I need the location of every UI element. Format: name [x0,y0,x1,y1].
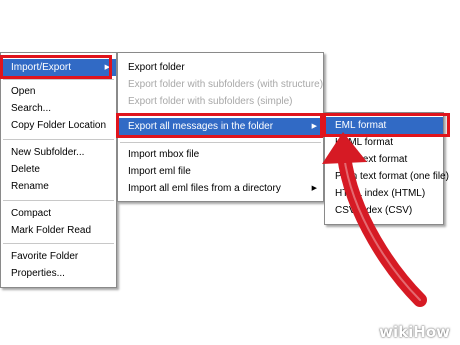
menu-item-html-format[interactable]: HTML format [325,134,443,151]
menu-item-label: Compact [11,208,52,219]
menu-item-label: CSV index (CSV) [335,205,413,216]
menu-item-label: Import mbox file [128,149,200,160]
menu-item-copy-folder-location[interactable]: Copy Folder Location [1,117,116,134]
menu-separator [3,243,114,244]
menu-item-label: Rename [11,181,49,192]
menu-item-label: Properties... [11,268,65,279]
menu-item-mark-folder-read[interactable]: Mark Folder Read [1,222,116,239]
menu-item-export-all-messages[interactable]: Export all messages in the folder ▶ [118,118,323,135]
menu-item-label: Open [11,86,36,97]
menu-item-compact[interactable]: Compact [1,205,116,222]
menu-item-html-index[interactable]: HTML index (HTML) [325,185,443,202]
menu-item-label: Import eml file [128,166,191,177]
menu-item-label: Mark Folder Read [11,225,92,236]
menu-item-label: Copy Folder Location [11,120,107,131]
menu-item-label: Plain text format [335,154,408,165]
menu-item-label: New Subfolder... [11,147,85,158]
menu-item-label: Export folder [128,62,185,73]
menu-item-label: Favorite Folder [11,251,79,262]
menu-item-import-export[interactable]: Import/Export ▶ [1,59,116,76]
menu-item-csv-index[interactable]: CSV index (CSV) [325,202,443,219]
wikihow-watermark: wikiHow [379,323,450,341]
folder-context-menu: Import/Export ▶ Open Search... Copy Fold… [0,52,117,288]
menu-item-import-eml[interactable]: Import eml file [118,163,323,180]
menu-item-import-mbox[interactable]: Import mbox file [118,146,323,163]
menu-item-properties[interactable]: Properties... [1,265,116,282]
menu-item-label: Delete [11,164,40,175]
menu-item-label: Plain text format (one file) [335,171,449,182]
menu-separator [120,115,321,116]
export-format-submenu: EML format HTML format Plain text format… [324,112,449,225]
import-export-submenu: Export folder Export folder with subfold… [117,52,324,202]
menu-item-label: Export folder with subfolders (with stru… [128,79,324,90]
menu-item-search[interactable]: Search... [1,100,116,117]
menu-item-label: EML format [335,120,387,131]
menu-item-import-eml-directory[interactable]: Import all eml files from a directory ▶ [118,180,323,197]
menu-item-favorite-folder[interactable]: Favorite Folder [1,248,116,265]
menu-separator [3,200,114,201]
menu-separator [3,79,114,80]
menu-item-label: Export all messages in the folder [128,121,274,132]
menu-item-delete[interactable]: Delete [1,161,116,178]
menu-item-new-subfolder[interactable]: New Subfolder... [1,144,116,161]
menu-item-label: HTML index (HTML) [335,188,426,199]
submenu-arrow-icon: ▶ [104,64,110,71]
menu-item-open[interactable]: Open [1,83,116,100]
menu-item-export-with-structure: Export folder with subfolders (with stru… [118,76,323,93]
submenu-arrow-icon: ▶ [311,185,317,192]
menu-item-plain-text-one-file[interactable]: Plain text format (one file) [325,168,449,185]
menu-separator [120,142,321,143]
submenu-arrow-icon: ▶ [311,123,317,130]
menu-item-label: Import/Export [11,62,72,73]
menu-separator [3,139,114,140]
menu-item-rename[interactable]: Rename [1,178,116,195]
menu-item-label: Export folder with subfolders (simple) [128,96,293,107]
menu-item-label: Import all eml files from a directory [128,183,281,194]
menu-item-label: HTML format [335,137,393,148]
menu-item-export-simple: Export folder with subfolders (simple) [118,93,323,110]
menu-item-export-folder[interactable]: Export folder [118,59,323,76]
menu-item-label: Search... [11,103,52,114]
menu-item-eml-format[interactable]: EML format [325,117,443,134]
menu-item-plain-text-format[interactable]: Plain text format [325,151,443,168]
